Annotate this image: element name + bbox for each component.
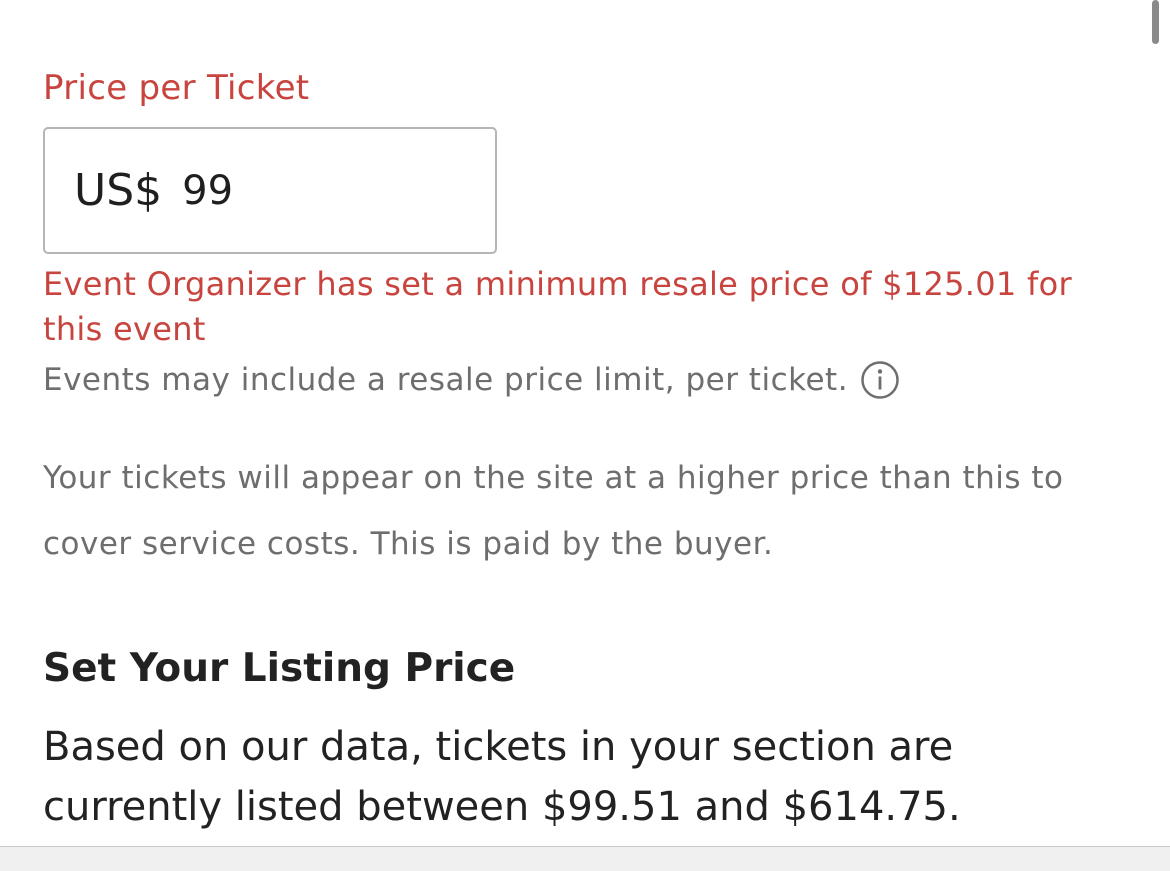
listing-price-heading: Set Your Listing Price — [43, 646, 516, 691]
currency-prefix: US$ — [74, 165, 163, 216]
resale-limit-hint-text: Events may include a resale price limit,… — [43, 362, 849, 398]
service-cost-note: Your tickets will appear on the site at … — [43, 460, 1064, 562]
bottom-toolbar — [0, 846, 1170, 871]
info-icon[interactable] — [860, 360, 900, 400]
scrollbar[interactable] — [1152, 0, 1159, 44]
price-value[interactable]: 99 — [182, 168, 233, 214]
listing-price-range-text: Based on our data, tickets in your secti… — [43, 724, 961, 830]
price-input[interactable]: US$ 99 — [43, 127, 497, 254]
price-per-ticket-label: Price per Ticket — [43, 68, 310, 108]
resale-limit-hint: Events may include a resale price limit,… — [43, 360, 900, 400]
minimum-price-error: Event Organizer has set a minimum resale… — [43, 265, 1072, 348]
